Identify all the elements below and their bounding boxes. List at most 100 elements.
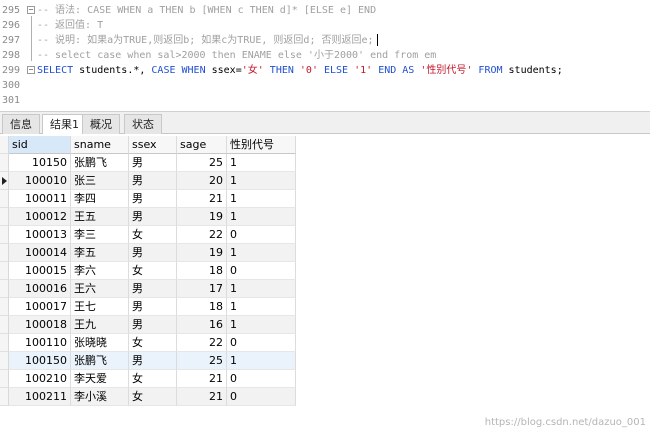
table-row[interactable]: 100150 张鹏飞男 25 1 (0, 352, 296, 370)
row-selector[interactable] (0, 208, 9, 226)
row-selector[interactable] (0, 244, 9, 262)
cell-sid[interactable]: 100011 (9, 190, 71, 208)
cell-sage[interactable]: 16 (177, 316, 227, 334)
table-row[interactable]: 10150 张鹏飞男 25 1 (0, 154, 296, 172)
cell-gender-code[interactable]: 1 (227, 316, 296, 334)
cell-sage[interactable]: 20 (177, 172, 227, 190)
cell-gender-code[interactable]: 1 (227, 208, 296, 226)
cell-sage[interactable]: 19 (177, 244, 227, 262)
cell-sage[interactable]: 21 (177, 388, 227, 406)
tab-info[interactable]: 信息 (2, 114, 40, 135)
cell-sname[interactable]: 王九 (71, 316, 129, 334)
cell-sname[interactable]: 张鹏飞 (71, 352, 129, 370)
table-row[interactable]: 100011 李四男 21 1 (0, 190, 296, 208)
cell-ssex[interactable]: 男 (129, 316, 177, 334)
cell-sid[interactable]: 100012 (9, 208, 71, 226)
cell-sname[interactable]: 张鹏飞 (71, 154, 129, 172)
cell-gender-code[interactable]: 1 (227, 352, 296, 370)
table-row[interactable]: 100018 王九男 16 1 (0, 316, 296, 334)
table-row[interactable]: 100015 李六女 18 0 (0, 262, 296, 280)
table-row[interactable]: 100017 王七男 18 1 (0, 298, 296, 316)
fold-toggle-icon[interactable]: − (27, 66, 35, 74)
cell-gender-code[interactable]: 0 (227, 262, 296, 280)
cell-gender-code[interactable]: 1 (227, 244, 296, 262)
cell-sid[interactable]: 10150 (9, 154, 71, 172)
table-row[interactable]: 100010 张三男 20 1 (0, 172, 296, 190)
cell-sage[interactable]: 22 (177, 226, 227, 244)
column-header-sname[interactable]: sname (71, 136, 129, 154)
table-row[interactable]: 100211 李小溪女 21 0 (0, 388, 296, 406)
cell-gender-code[interactable]: 0 (227, 388, 296, 406)
cell-sid[interactable]: 100015 (9, 262, 71, 280)
cell-sname[interactable]: 李小溪 (71, 388, 129, 406)
table-row[interactable]: 100110 张晓晓女 22 0 (0, 334, 296, 352)
cell-sage[interactable]: 17 (177, 280, 227, 298)
cell-sname[interactable]: 张晓晓 (71, 334, 129, 352)
cell-sid[interactable]: 100018 (9, 316, 71, 334)
row-selector[interactable] (0, 298, 9, 316)
column-header-ssex[interactable]: ssex (129, 136, 177, 154)
cell-gender-code[interactable]: 1 (227, 280, 296, 298)
row-selector[interactable] (0, 262, 9, 280)
cell-sage[interactable]: 21 (177, 370, 227, 388)
row-selector[interactable] (0, 388, 9, 406)
cell-ssex[interactable]: 男 (129, 280, 177, 298)
cell-ssex[interactable]: 男 (129, 172, 177, 190)
cell-sname[interactable]: 李六 (71, 262, 129, 280)
cell-sage[interactable]: 21 (177, 190, 227, 208)
cell-ssex[interactable]: 女 (129, 262, 177, 280)
cell-sid[interactable]: 100014 (9, 244, 71, 262)
cell-sname[interactable]: 王六 (71, 280, 129, 298)
cell-gender-code[interactable]: 0 (227, 334, 296, 352)
cell-ssex[interactable]: 男 (129, 190, 177, 208)
cell-sage[interactable]: 22 (177, 334, 227, 352)
row-selector[interactable] (0, 172, 9, 190)
cell-gender-code[interactable]: 1 (227, 154, 296, 172)
row-selector[interactable] (0, 190, 9, 208)
row-selector[interactable] (0, 280, 9, 298)
cell-sage[interactable]: 25 (177, 154, 227, 172)
row-selector[interactable] (0, 154, 9, 172)
cell-ssex[interactable]: 男 (129, 154, 177, 172)
column-header-gender-code[interactable]: 性别代号 (227, 136, 296, 154)
cell-ssex[interactable]: 女 (129, 370, 177, 388)
row-selector[interactable] (0, 316, 9, 334)
table-row[interactable]: 100016 王六男 17 1 (0, 280, 296, 298)
cell-sage[interactable]: 18 (177, 262, 227, 280)
cell-sname[interactable]: 王五 (71, 208, 129, 226)
tab-profile[interactable]: 概况 (82, 114, 120, 135)
cell-sid[interactable]: 100210 (9, 370, 71, 388)
cell-sname[interactable]: 张三 (71, 172, 129, 190)
cell-gender-code[interactable]: 0 (227, 226, 296, 244)
cell-sid[interactable]: 100010 (9, 172, 71, 190)
tab-status[interactable]: 状态 (124, 114, 162, 135)
cell-sid[interactable]: 100110 (9, 334, 71, 352)
cell-sid[interactable]: 100211 (9, 388, 71, 406)
cell-ssex[interactable]: 男 (129, 244, 177, 262)
fold-toggle-icon[interactable]: − (27, 6, 35, 14)
row-selector[interactable] (0, 370, 9, 388)
cell-sid[interactable]: 100016 (9, 280, 71, 298)
column-header-sage[interactable]: sage (177, 136, 227, 154)
table-row[interactable]: 100013 李三女 22 0 (0, 226, 296, 244)
cell-gender-code[interactable]: 1 (227, 172, 296, 190)
row-selector[interactable] (0, 226, 9, 244)
result-grid[interactable]: sid sname ssex sage 性别代号 10150 张鹏飞男 25 1 100010 张三… (0, 134, 650, 434)
cell-sid[interactable]: 100017 (9, 298, 71, 316)
cell-sid[interactable]: 100150 (9, 352, 71, 370)
tab-result1[interactable]: 结果1 (42, 114, 87, 136)
row-selector[interactable] (0, 352, 9, 370)
row-selector[interactable] (0, 334, 9, 352)
cell-gender-code[interactable]: 1 (227, 298, 296, 316)
cell-sage[interactable]: 18 (177, 298, 227, 316)
cell-sid[interactable]: 100013 (9, 226, 71, 244)
cell-ssex[interactable]: 女 (129, 226, 177, 244)
table-row[interactable]: 100210 李天爱女 21 0 (0, 370, 296, 388)
column-header-sid[interactable]: sid (9, 136, 71, 154)
cell-sage[interactable]: 19 (177, 208, 227, 226)
cell-ssex[interactable]: 男 (129, 298, 177, 316)
cell-sname[interactable]: 李三 (71, 226, 129, 244)
table-row[interactable]: 100014 李五男 19 1 (0, 244, 296, 262)
cell-sname[interactable]: 王七 (71, 298, 129, 316)
table-row[interactable]: 100012 王五男 19 1 (0, 208, 296, 226)
